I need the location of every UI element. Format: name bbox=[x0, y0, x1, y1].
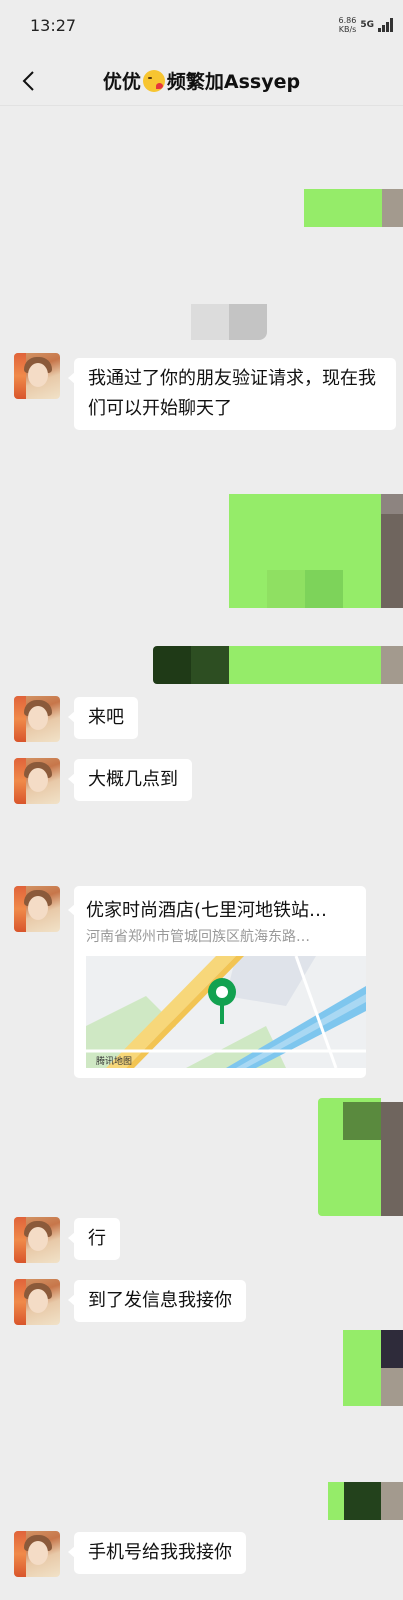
status-bar: 13:27 6.86 KB/s 5G bbox=[0, 0, 403, 50]
redacted-self-avatar bbox=[381, 1368, 403, 1406]
status-indicators: 6.86 KB/s 5G bbox=[339, 16, 393, 34]
friend-avatar[interactable] bbox=[14, 886, 60, 932]
redacted-self-message bbox=[343, 1330, 381, 1406]
message-bubble[interactable]: 行 bbox=[68, 1218, 120, 1260]
redacted-mosaic bbox=[381, 494, 403, 514]
redacted-self-avatar bbox=[381, 1102, 403, 1216]
kissing-face-emoji-icon bbox=[142, 69, 165, 92]
redacted-self-avatar bbox=[381, 646, 403, 684]
redacted-self-avatar bbox=[381, 1330, 403, 1368]
redacted-mosaic bbox=[267, 570, 305, 608]
redacted-mosaic bbox=[153, 646, 191, 684]
location-address: 河南省郑州市管城回族区航海东路… bbox=[86, 929, 310, 945]
friend-avatar[interactable] bbox=[14, 1217, 60, 1263]
location-card[interactable]: 优家时尚酒店(七里河地铁站… 河南省郑州市管城回族区航海东路… 腾讯地图 bbox=[68, 886, 366, 1078]
chat-title: 优优 频繁加Assyep bbox=[102, 69, 301, 93]
signal-icon bbox=[378, 18, 393, 32]
message-bubble[interactable]: 我通过了你的朋友验证请求，现在我们可以开始聊天了 bbox=[68, 358, 396, 430]
redacted-mosaic bbox=[191, 646, 229, 684]
net-speed: 6.86 KB/s bbox=[338, 16, 357, 34]
map-watermark: 腾讯地图 bbox=[96, 1057, 133, 1067]
chat-header: 优优 频繁加Assyep bbox=[0, 56, 403, 106]
status-time: 13:27 bbox=[30, 15, 77, 35]
redacted-mosaic bbox=[343, 1102, 381, 1140]
message-bubble[interactable]: 手机号给我我接你 bbox=[68, 1532, 246, 1574]
redacted-timestamp bbox=[191, 304, 229, 340]
chevron-left-icon bbox=[22, 71, 34, 91]
map-pin-icon bbox=[208, 978, 236, 1028]
friend-avatar[interactable] bbox=[14, 696, 60, 742]
redacted-mosaic bbox=[305, 570, 343, 608]
location-map[interactable]: 腾讯地图 bbox=[86, 956, 366, 1068]
friend-avatar[interactable] bbox=[14, 353, 60, 399]
network-type: 5G bbox=[360, 19, 374, 30]
friend-avatar[interactable] bbox=[14, 1279, 60, 1325]
location-title: 优家时尚酒店(七里河地铁站… bbox=[86, 900, 328, 921]
redacted-self-message bbox=[328, 1482, 344, 1520]
redacted-timestamp bbox=[229, 304, 267, 340]
friend-avatar[interactable] bbox=[14, 1531, 60, 1577]
redacted-mosaic bbox=[344, 1482, 381, 1520]
message-bubble[interactable]: 到了发信息我接你 bbox=[68, 1280, 246, 1322]
redacted-self-message bbox=[304, 189, 382, 227]
redacted-self-avatar bbox=[381, 1482, 403, 1520]
back-button[interactable] bbox=[14, 66, 44, 96]
friend-avatar[interactable] bbox=[14, 758, 60, 804]
redacted-self-avatar bbox=[382, 189, 403, 227]
message-bubble[interactable]: 来吧 bbox=[68, 697, 138, 739]
redacted-self-message bbox=[229, 646, 381, 684]
message-bubble[interactable]: 大概几点到 bbox=[68, 759, 192, 801]
